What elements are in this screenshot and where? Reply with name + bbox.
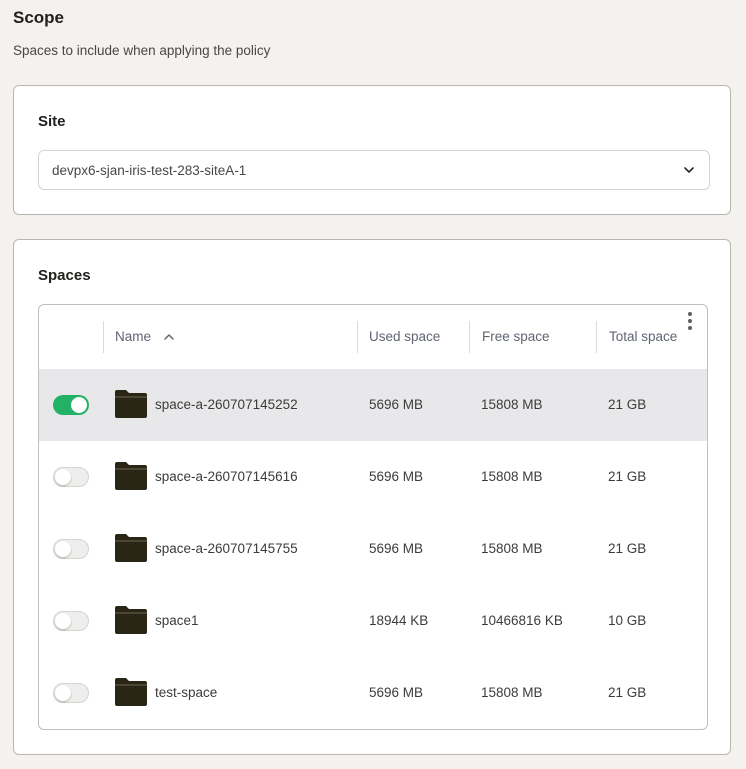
free-space: 15808 MB xyxy=(481,541,543,556)
toggle-knob xyxy=(55,613,71,629)
free-space: 15808 MB xyxy=(481,469,543,484)
free-space: 15808 MB xyxy=(481,397,543,412)
free-space: 10466816 KB xyxy=(481,613,563,628)
total-space: 21 GB xyxy=(608,469,647,484)
used-space: 5696 MB xyxy=(369,397,424,412)
toggle-knob xyxy=(71,397,87,413)
used-space: 5696 MB xyxy=(369,541,424,556)
used-space: 5696 MB xyxy=(369,469,424,484)
space-name: space-a-260707145755 xyxy=(155,541,298,556)
space-name: space-a-260707145616 xyxy=(155,469,298,484)
folder-icon xyxy=(115,534,147,562)
table-row[interactable]: space-a-260707145616 5696 MB 15808 MB 21 GB xyxy=(39,441,707,513)
column-divider xyxy=(469,321,470,353)
chevron-down-icon xyxy=(684,167,694,173)
used-space: 5696 MB xyxy=(369,685,424,700)
space-toggle[interactable] xyxy=(53,683,89,703)
site-select[interactable]: devpx6-sjan-iris-test-283-siteA-1 xyxy=(38,150,710,190)
folder-icon xyxy=(115,678,147,706)
space-toggle[interactable] xyxy=(53,395,89,415)
column-divider xyxy=(357,321,358,353)
space-toggle[interactable] xyxy=(53,611,89,631)
total-space: 10 GB xyxy=(608,613,647,628)
table-row[interactable]: space-a-260707145755 5696 MB 15808 MB 21 GB xyxy=(39,513,707,585)
folder-icon xyxy=(115,606,147,634)
table-row[interactable]: space1 18944 KB 10466816 KB 10 GB xyxy=(39,585,707,657)
space-name: space-a-260707145252 xyxy=(155,397,298,412)
table-row[interactable]: test-space 5696 MB 15808 MB 21 GB xyxy=(39,657,707,729)
space-toggle[interactable] xyxy=(53,539,89,559)
used-space: 18944 KB xyxy=(369,613,429,628)
column-divider xyxy=(596,321,597,353)
space-name: test-space xyxy=(155,685,218,700)
space-toggle[interactable] xyxy=(53,467,89,487)
column-header-total[interactable]: Total space xyxy=(609,329,677,344)
sort-ascending-icon xyxy=(164,334,174,341)
column-header-free[interactable]: Free space xyxy=(482,329,550,344)
column-header-used[interactable]: Used space xyxy=(369,329,440,344)
folder-icon xyxy=(115,390,147,418)
site-title: Site xyxy=(38,113,66,130)
total-space: 21 GB xyxy=(608,397,647,412)
table-row[interactable]: space-a-260707145252 5696 MB 15808 MB 21 GB xyxy=(39,369,707,441)
space-name: space1 xyxy=(155,613,199,628)
column-header-name-label: Name xyxy=(115,329,152,344)
toggle-knob xyxy=(55,685,71,701)
spaces-card: Spaces Name Used space Free space Total … xyxy=(13,239,731,755)
total-space: 21 GB xyxy=(608,541,647,556)
toggle-knob xyxy=(55,541,71,557)
site-card: Site devpx6-sjan-iris-test-283-siteA-1 xyxy=(13,85,731,215)
folder-icon xyxy=(115,462,147,490)
scope-subtitle: Spaces to include when applying the poli… xyxy=(13,43,271,58)
table-header: Name Used space Free space Total space xyxy=(39,305,707,369)
column-header-name[interactable]: Name xyxy=(115,329,175,344)
free-space: 15808 MB xyxy=(481,685,543,700)
scope-title: Scope xyxy=(13,8,65,27)
spaces-table: Name Used space Free space Total space s… xyxy=(38,304,708,730)
column-divider xyxy=(103,321,104,353)
more-vertical-icon[interactable] xyxy=(686,312,694,332)
site-select-value: devpx6-sjan-iris-test-283-siteA-1 xyxy=(52,163,247,178)
total-space: 21 GB xyxy=(608,685,647,700)
spaces-title: Spaces xyxy=(38,267,91,284)
toggle-knob xyxy=(55,469,71,485)
